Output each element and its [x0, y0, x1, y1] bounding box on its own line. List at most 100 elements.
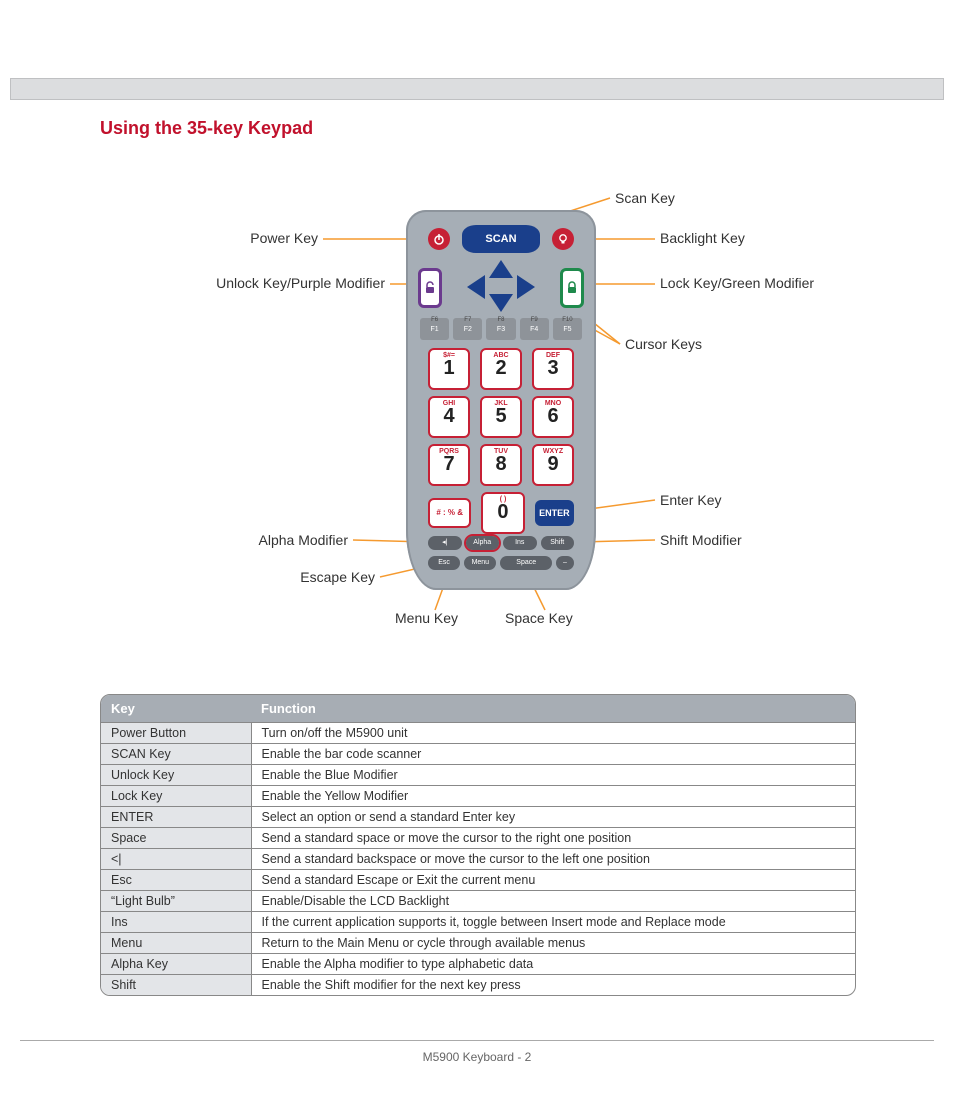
key-4: GHI4	[428, 396, 470, 438]
callout-scan: Scan Key	[615, 190, 675, 206]
table-row: Lock KeyEnable the Yellow Modifier	[101, 786, 855, 807]
power-key	[428, 228, 450, 250]
function-key-row: F6F1 F7F2 F8F3 F9F4 F10F5	[420, 318, 582, 340]
cell-key: SCAN Key	[101, 744, 251, 765]
key-3: DEF3	[532, 348, 574, 390]
callout-lock: Lock Key/Green Modifier	[660, 275, 814, 291]
table-row: MenuReturn to the Main Menu or cycle thr…	[101, 933, 855, 954]
cell-key: Ins	[101, 912, 251, 933]
space-key: Space	[500, 556, 552, 570]
cell-function: Enable/Disable the LCD Backlight	[251, 891, 855, 912]
cell-function: Turn on/off the M5900 unit	[251, 723, 855, 744]
key-0: ( )0	[481, 492, 524, 534]
cell-function: Enable the Blue Modifier	[251, 765, 855, 786]
cell-function: Enable the Alpha modifier to type alphab…	[251, 954, 855, 975]
table-row: SCAN KeyEnable the bar code scanner	[101, 744, 855, 765]
cell-function: Send a standard Escape or Exit the curre…	[251, 870, 855, 891]
hash-key: # : % &	[428, 498, 471, 528]
lock-icon	[565, 281, 579, 295]
unlock-icon	[423, 281, 437, 295]
callout-enter: Enter Key	[660, 492, 721, 508]
modifier-row: ◂| Alpha Ins Shift	[428, 536, 574, 550]
lock-key	[560, 268, 584, 308]
bottom-row: Esc Menu Space –	[428, 556, 574, 570]
table-row: ShiftEnable the Shift modifier for the n…	[101, 975, 855, 996]
callout-cursor: Cursor Keys	[625, 336, 702, 352]
cell-key: Menu	[101, 933, 251, 954]
cursor-right	[517, 275, 535, 299]
cell-key: Power Button	[101, 723, 251, 744]
cell-key: Unlock Key	[101, 765, 251, 786]
callout-shift: Shift Modifier	[660, 532, 742, 548]
cell-function: Enable the Shift modifier for the next k…	[251, 975, 855, 996]
header-rule	[10, 78, 944, 100]
table-row: Power ButtonTurn on/off the M5900 unit	[101, 723, 855, 744]
f3-key: F8F3	[486, 318, 515, 340]
cell-function: Enable the bar code scanner	[251, 744, 855, 765]
table-row: Alpha KeyEnable the Alpha modifier to ty…	[101, 954, 855, 975]
esc-key: Esc	[428, 556, 460, 570]
key-1: $#=1	[428, 348, 470, 390]
dash-key: –	[556, 556, 574, 570]
page-footer: M5900 Keyboard - 2	[0, 1050, 954, 1064]
key-5: JKL5	[480, 396, 522, 438]
table-row: Unlock KeyEnable the Blue Modifier	[101, 765, 855, 786]
cell-function: Return to the Main Menu or cycle through…	[251, 933, 855, 954]
section-heading: Using the 35-key Keypad	[100, 118, 313, 139]
table-row: InsIf the current application supports i…	[101, 912, 855, 933]
table-row: SpaceSend a standard space or move the c…	[101, 828, 855, 849]
cell-function: Send a standard space or move the cursor…	[251, 828, 855, 849]
callout-escape: Escape Key	[100, 569, 375, 585]
f1-key: F6F1	[420, 318, 449, 340]
key-6: MNO6	[532, 396, 574, 438]
cell-key: Space	[101, 828, 251, 849]
keypad-body: SCAN F6F1 F7F2 F8F3	[406, 210, 596, 590]
key-2: ABC2	[480, 348, 522, 390]
table-row: ENTERSelect an option or send a standard…	[101, 807, 855, 828]
backspace-key: ◂|	[428, 536, 462, 550]
f5-key: F10F5	[553, 318, 582, 340]
table-row: EscSend a standard Escape or Exit the cu…	[101, 870, 855, 891]
key-9: WXYZ9	[532, 444, 574, 486]
callout-alpha: Alpha Modifier	[100, 532, 348, 548]
number-pad: $#=1 ABC2 DEF3 GHI4 JKL5 MNO6 PQRS7 TUV8…	[428, 348, 574, 534]
cursor-down	[489, 294, 513, 312]
enter-key: ENTER	[535, 500, 574, 526]
document-page: Using the 35-key Keypad	[0, 0, 954, 1112]
callout-power: Power Key	[100, 230, 318, 246]
backlight-key	[552, 228, 574, 250]
cell-key: Shift	[101, 975, 251, 996]
cell-function: Send a standard backspace or move the cu…	[251, 849, 855, 870]
cell-key: ENTER	[101, 807, 251, 828]
callout-backlight: Backlight Key	[660, 230, 745, 246]
cursor-keys	[439, 260, 563, 312]
power-icon	[431, 231, 447, 247]
cell-key: Esc	[101, 870, 251, 891]
keypad-figure: SCAN F6F1 F7F2 F8F3	[100, 160, 854, 640]
key-7: PQRS7	[428, 444, 470, 486]
menu-key: Menu	[464, 556, 496, 570]
cell-key: “Light Bulb”	[101, 891, 251, 912]
lightbulb-icon	[555, 231, 571, 247]
cell-key: <|	[101, 849, 251, 870]
cursor-up	[489, 260, 513, 278]
th-function: Function	[251, 695, 855, 723]
cell-function: Select an option or send a standard Ente…	[251, 807, 855, 828]
f2-key: F7F2	[453, 318, 482, 340]
key-function-table-wrap: Key Function Power ButtonTurn on/off the…	[100, 694, 856, 996]
key-function-table: Key Function Power ButtonTurn on/off the…	[101, 695, 855, 995]
scan-key: SCAN	[462, 225, 540, 253]
th-key: Key	[101, 695, 251, 723]
key-8: TUV8	[480, 444, 522, 486]
cell-function: If the current application supports it, …	[251, 912, 855, 933]
cell-function: Enable the Yellow Modifier	[251, 786, 855, 807]
cell-key: Lock Key	[101, 786, 251, 807]
table-row: <|Send a standard backspace or move the …	[101, 849, 855, 870]
cell-key: Alpha Key	[101, 954, 251, 975]
footer-rule	[20, 1040, 934, 1041]
f4-key: F9F4	[520, 318, 549, 340]
ins-key: Ins	[503, 536, 537, 550]
shift-key: Shift	[541, 536, 575, 550]
callout-space: Space Key	[505, 610, 573, 626]
alpha-key: Alpha	[466, 536, 500, 550]
